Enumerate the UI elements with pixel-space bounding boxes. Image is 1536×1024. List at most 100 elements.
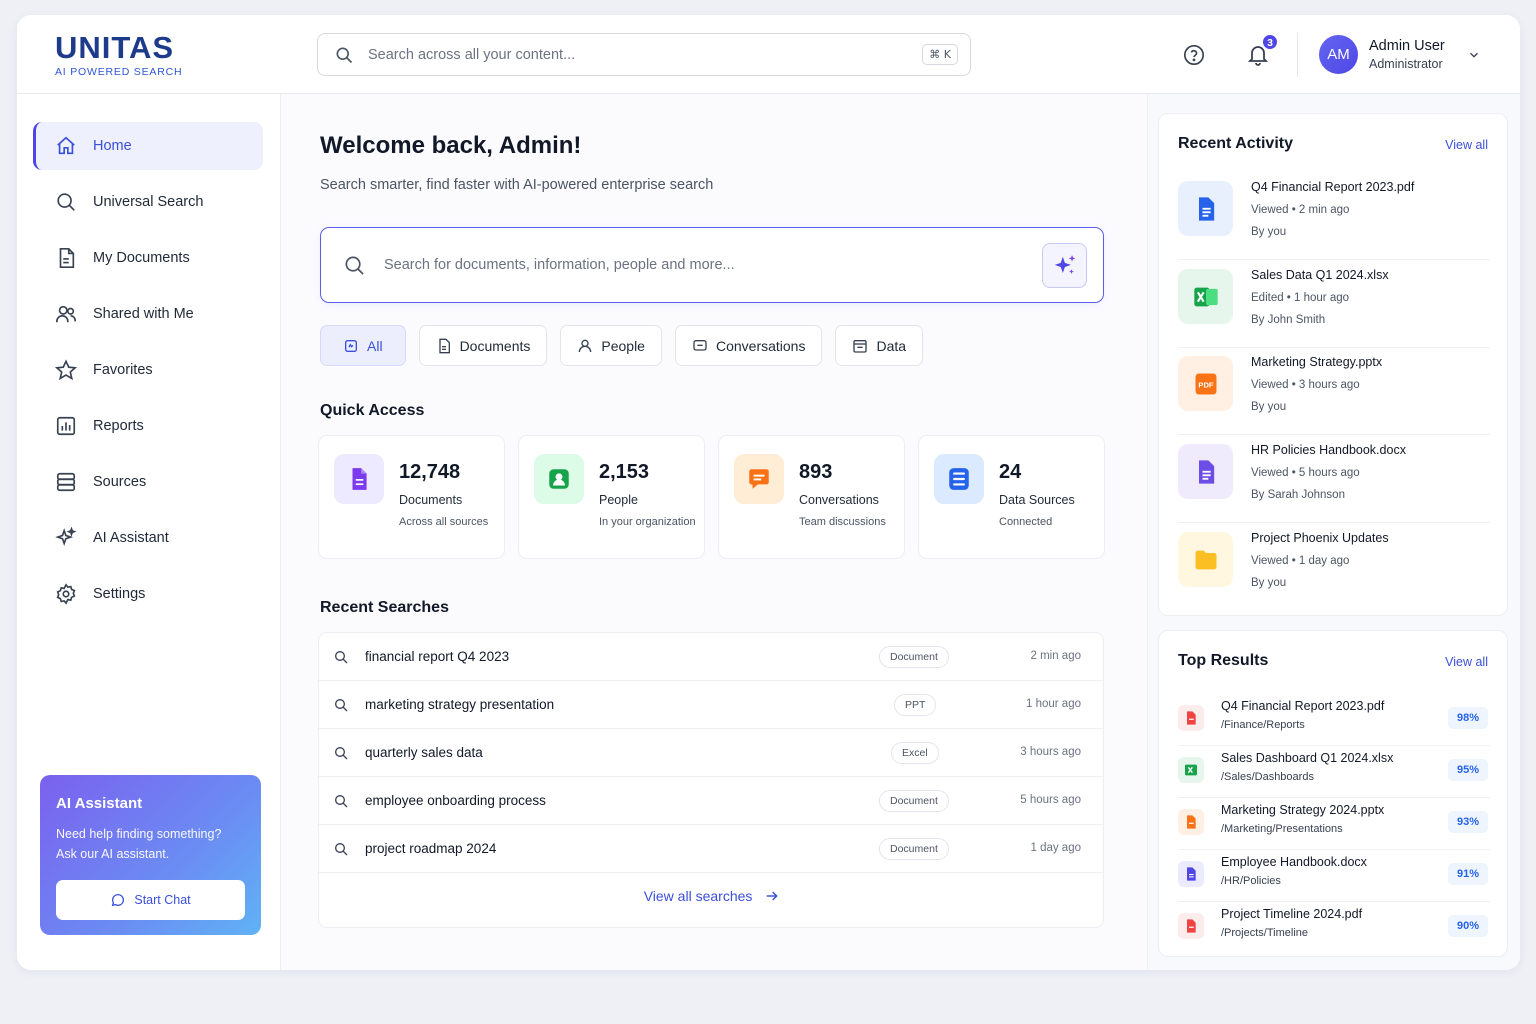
sidebar: Home Universal Search My Documents Share… (17, 94, 281, 970)
view-all-searches-label: View all searches (643, 888, 753, 904)
list-item[interactable]: Marketing Strategy 2024.pptx /Marketing/… (1178, 798, 1490, 850)
top-results-view-all[interactable]: View all (1445, 655, 1488, 669)
search-shortcut: ⌘ K (922, 44, 958, 65)
table-row[interactable]: marketing strategy presentation PPT 1 ho… (319, 681, 1103, 729)
list-item[interactable]: Project Phoenix Updates Viewed • 1 day a… (1178, 524, 1490, 611)
user-role: Administrator (1369, 57, 1443, 71)
search-query: financial report Q4 2023 (365, 649, 510, 664)
filter-people[interactable]: People (560, 325, 662, 366)
activity-meta: Viewed • 5 hours ago (1251, 467, 1360, 479)
pdf-icon (1178, 705, 1204, 731)
activity-author: By John Smith (1251, 314, 1326, 326)
sidebar-item-label: Reports (93, 418, 144, 434)
filter-label: All (367, 337, 383, 354)
logo[interactable]: UNITAS AI POWERED SEARCH (55, 30, 182, 78)
people-icon (534, 454, 584, 504)
relevance-badge: 90% (1448, 915, 1488, 937)
search-icon (335, 747, 348, 760)
filter-conversations[interactable]: Conversations (674, 325, 823, 366)
sidebar-item-sources[interactable]: Sources (33, 458, 263, 506)
quick-access-card-people[interactable]: 2,153 People In your organization (518, 435, 705, 559)
list-item[interactable]: Q4 Financial Report 2023.pdf /Finance/Re… (1178, 694, 1490, 746)
database-icon (934, 454, 984, 504)
filter-label: People (601, 337, 645, 354)
stat-value: 2,153 (599, 461, 650, 483)
list-item[interactable]: Project Timeline 2024.pdf /Projects/Time… (1178, 902, 1490, 954)
filter-all[interactable]: All (320, 325, 406, 366)
activity-file-name: Sales Data Q1 2024.xlsx (1251, 268, 1389, 282)
sidebar-item-settings[interactable]: Settings (33, 570, 263, 618)
app-window: UNITAS AI POWERED SEARCH Search across a… (17, 15, 1520, 970)
list-item[interactable]: HR Policies Handbook.docx Viewed • 5 hou… (1178, 436, 1490, 523)
home-icon (57, 136, 75, 155)
activity-author: By you (1251, 577, 1287, 589)
excel-icon (1178, 757, 1204, 783)
quick-access-card-data-sources[interactable]: 24 Data Sources Connected (918, 435, 1105, 559)
list-item[interactable]: Q4 Financial Report 2023.pdf Viewed • 2 … (1178, 173, 1490, 260)
list-item[interactable]: Sales Dashboard Q1 2024.xlsx /Sales/Dash… (1178, 746, 1490, 798)
list-item[interactable]: Employee Handbook.docx /HR/Policies 91% (1178, 850, 1490, 902)
filter-chips: All Documents People Conversations Data (320, 325, 936, 366)
bar-chart-icon (56, 416, 76, 436)
notification-badge: 3 (1261, 33, 1279, 51)
excel-icon (1178, 269, 1233, 324)
search-icon (335, 795, 348, 808)
stat-subtext: In your organization (599, 516, 696, 528)
sidebar-item-shared-with-me[interactable]: Shared with Me (33, 290, 263, 338)
user-name[interactable]: Admin User (1369, 38, 1445, 54)
activity-author: By Sarah Johnson (1251, 489, 1345, 501)
table-row[interactable]: employee onboarding process Document 5 h… (319, 777, 1103, 825)
search-time: 3 hours ago (1020, 746, 1081, 758)
list-item[interactable]: Sales Data Q1 2024.xlsx Edited • 1 hour … (1178, 261, 1490, 348)
result-file-name: Employee Handbook.docx (1221, 855, 1367, 869)
main-search-placeholder: Search for documents, information, peopl… (384, 257, 735, 273)
sidebar-item-my-documents[interactable]: My Documents (33, 234, 263, 282)
activity-meta: Viewed • 3 hours ago (1251, 379, 1360, 391)
table-row[interactable]: financial report Q4 2023 Document 2 min … (319, 633, 1103, 681)
help-icon[interactable] (1183, 44, 1205, 66)
sidebar-item-ai-assistant[interactable]: AI Assistant (33, 514, 263, 562)
view-all-searches-link[interactable]: View all searches (319, 888, 1105, 904)
table-row[interactable]: project roadmap 2024 Document 1 day ago (319, 825, 1103, 873)
sidebar-item-label: Settings (93, 586, 146, 602)
document-icon (1178, 444, 1233, 499)
sidebar-item-universal-search[interactable]: Universal Search (33, 178, 263, 226)
ai-search-button[interactable] (1042, 243, 1087, 288)
list-item[interactable]: PDF Marketing Strategy.pptx Viewed • 3 h… (1178, 348, 1490, 435)
filter-data[interactable]: Data (835, 325, 924, 366)
filter-documents[interactable]: Documents (418, 325, 548, 366)
relevance-badge: 93% (1448, 811, 1488, 833)
avatar[interactable]: AM (1319, 35, 1358, 74)
sidebar-item-label: Universal Search (93, 194, 204, 210)
chevron-down-icon[interactable] (1467, 48, 1481, 62)
sidebar-item-favorites[interactable]: Favorites (33, 346, 263, 394)
sidebar-item-label: My Documents (93, 250, 190, 266)
sidebar-item-home[interactable]: Home (33, 122, 263, 170)
result-file-name: Q4 Financial Report 2023.pdf (1221, 699, 1385, 713)
relevance-badge: 95% (1448, 759, 1488, 781)
sidebar-nav: Home Universal Search My Documents Share… (33, 122, 263, 626)
activity-file-name: Project Phoenix Updates (1251, 531, 1389, 545)
quick-access-card-conversations[interactable]: 893 Conversations Team discussions (718, 435, 905, 559)
relevance-badge: 98% (1448, 707, 1488, 729)
start-chat-button[interactable]: Start Chat (56, 880, 245, 920)
search-query: employee onboarding process (365, 793, 546, 808)
brand-name: UNITAS (55, 30, 175, 65)
global-search-input[interactable]: Search across all your content... ⌘ K (317, 33, 971, 76)
right-panel: Recent Activity View all Q4 Financial Re… (1147, 94, 1520, 970)
main-search-input[interactable]: Search for documents, information, peopl… (320, 227, 1104, 303)
recent-activity-view-all[interactable]: View all (1445, 138, 1488, 152)
sidebar-item-reports[interactable]: Reports (33, 402, 263, 450)
pdf-badge-text: PDF (1198, 380, 1214, 389)
quick-access-card-documents[interactable]: 12,748 Documents Across all sources (318, 435, 505, 559)
quick-access-title: Quick Access (320, 402, 425, 419)
type-badge: Document (879, 646, 949, 668)
stat-label: Documents (399, 493, 463, 507)
star-icon (55, 359, 77, 381)
table-row[interactable]: quarterly sales data Excel 3 hours ago (319, 729, 1103, 777)
activity-meta: Viewed • 1 day ago (1251, 555, 1350, 567)
result-path: /Projects/Timeline (1221, 927, 1309, 939)
stat-value: 12,748 (399, 461, 461, 483)
filter-label: Data (876, 337, 907, 354)
result-path: /HR/Policies (1221, 875, 1281, 887)
